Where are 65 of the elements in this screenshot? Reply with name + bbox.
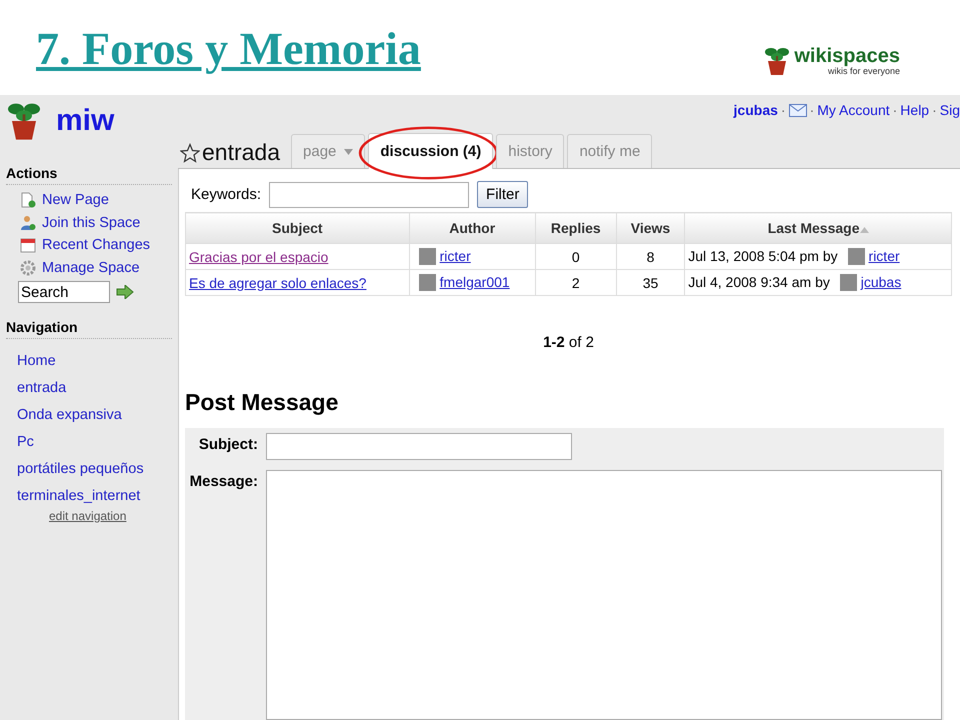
action-link[interactable]: Recent Changes <box>42 237 150 254</box>
user-menu-link[interactable]: Sig <box>940 102 960 118</box>
star-icon[interactable] <box>180 142 200 162</box>
column-header[interactable]: Replies <box>535 212 616 244</box>
keywords-field[interactable] <box>269 182 470 208</box>
column-header[interactable]: Author <box>409 212 536 244</box>
calendar-icon <box>20 237 36 254</box>
author-link[interactable]: ricter <box>868 248 900 264</box>
plant-pot-icon <box>764 46 790 76</box>
user-menu-link[interactable]: My Account <box>817 102 890 118</box>
action-link[interactable]: Manage Space <box>42 260 140 276</box>
tab[interactable]: discussion (4) <box>368 133 494 169</box>
avatar-placeholder <box>418 248 436 266</box>
table-cell: 2 <box>535 270 616 296</box>
arrow-right-icon[interactable] <box>116 285 134 299</box>
keywords-label: Keywords: <box>191 186 262 203</box>
navigation-link[interactable]: Home <box>17 352 56 368</box>
action-link[interactable]: Join this Space <box>42 214 140 231</box>
last-message-date: Jul 13, 2008 5:04 pm by <box>688 248 838 264</box>
username-link[interactable]: jcubas <box>734 102 778 118</box>
action-link[interactable]: New Page <box>42 192 109 208</box>
user-add-icon <box>20 214 36 231</box>
column-header[interactable]: Views <box>616 212 685 244</box>
column-header[interactable]: Subject <box>186 212 410 244</box>
separator-dot: · <box>780 102 786 118</box>
avatar-placeholder <box>418 274 436 292</box>
space-name-link[interactable]: miw <box>56 104 114 138</box>
plant-pot-icon <box>6 101 42 141</box>
navigation-link[interactable]: entrada <box>17 380 66 396</box>
message-field[interactable] <box>266 470 942 720</box>
table-cell: 35 <box>616 270 685 296</box>
filter-button[interactable]: Filter <box>477 181 528 208</box>
mail-icon[interactable] <box>788 104 807 116</box>
section-heading: Navigation <box>6 319 172 339</box>
pagination-text: 1-2 of 2 <box>542 334 595 351</box>
caret-icon <box>344 148 354 154</box>
section-heading: Actions <box>6 165 172 185</box>
table-cell: 8 <box>616 244 685 270</box>
separator-dot: · <box>892 102 898 118</box>
separator-dot: · <box>810 102 814 118</box>
separator-dot: · <box>932 102 937 118</box>
avatar-placeholder <box>840 274 857 292</box>
edit-navigation-link[interactable]: edit navigation <box>6 509 172 523</box>
table-cell: 0 <box>535 244 616 270</box>
last-message-date: Jul 4, 2008 9:34 am by <box>688 274 830 290</box>
avatar-placeholder <box>848 248 865 266</box>
user-menu-link[interactable]: Help <box>900 102 930 118</box>
page-title: entrada <box>202 139 280 166</box>
new-page-icon <box>20 192 36 208</box>
navigation-link[interactable]: terminales_internet <box>17 488 140 504</box>
author-link[interactable]: jcubas <box>860 274 902 290</box>
logo-wordmark: wikispaces <box>794 46 900 66</box>
navigation-link[interactable]: Onda expansiva <box>17 406 122 422</box>
navigation-link[interactable]: Pc <box>17 434 34 450</box>
subject-label: Subject: <box>198 435 258 453</box>
slide-title: 7. Foros y Memoria <box>36 24 421 75</box>
navigation-link[interactable]: portátiles pequeños <box>17 460 144 476</box>
post-message-heading: Post Message <box>185 389 340 416</box>
search-field[interactable]: Search <box>18 281 110 303</box>
author-link[interactable]: ricter <box>440 248 471 264</box>
message-label: Message: <box>188 472 258 490</box>
logo-tagline: wikis for everyone <box>828 66 900 76</box>
subject-field[interactable] <box>266 433 572 460</box>
column-header[interactable]: Last Message <box>684 212 952 244</box>
gear-icon <box>20 260 36 276</box>
